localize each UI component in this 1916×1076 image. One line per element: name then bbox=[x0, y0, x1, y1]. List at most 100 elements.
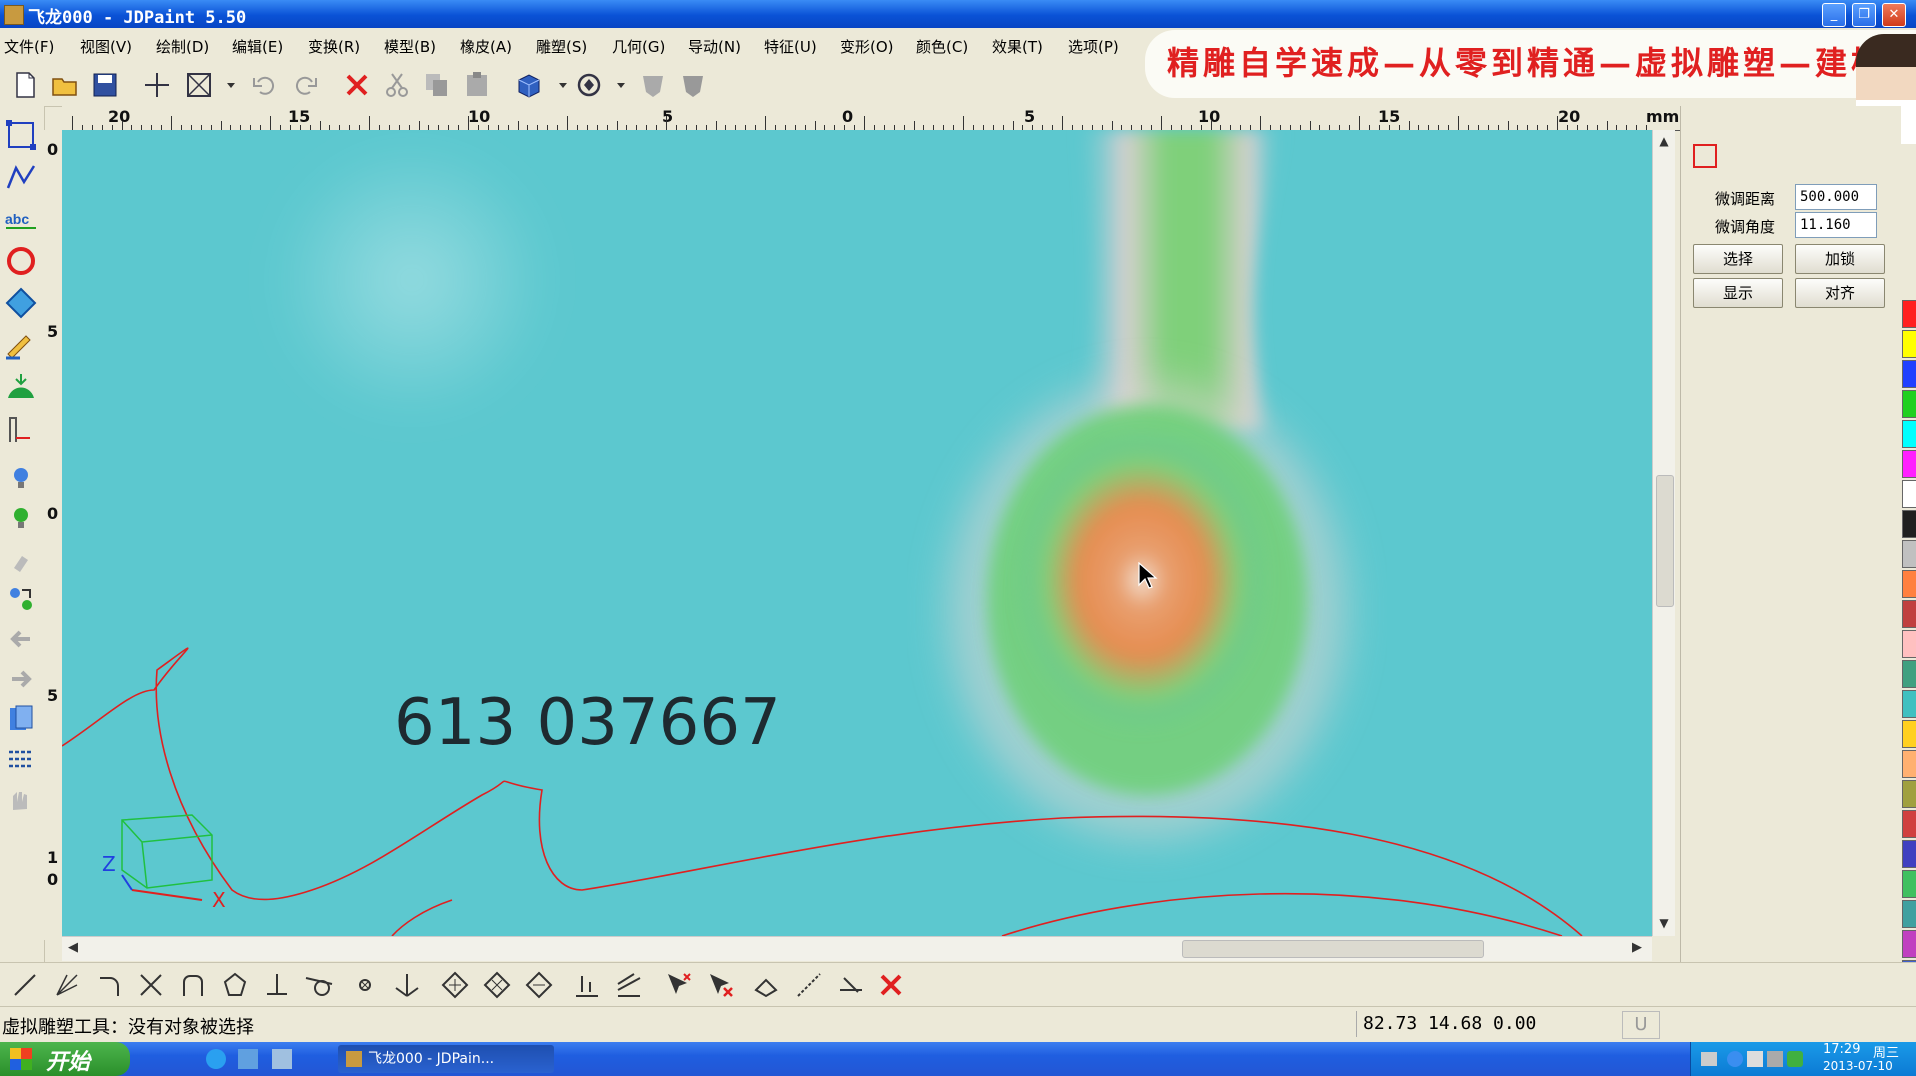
diamond-snap-2-icon[interactable] bbox=[482, 970, 512, 1000]
arrow-right-icon[interactable] bbox=[4, 662, 38, 696]
close-button[interactable]: ✕ bbox=[1882, 3, 1906, 27]
bulb-blue-icon[interactable] bbox=[4, 462, 38, 496]
diamond-tool-icon[interactable] bbox=[4, 286, 38, 320]
list-icon[interactable] bbox=[4, 742, 38, 776]
save-icon[interactable] bbox=[90, 70, 120, 100]
show-button[interactable]: 显示 bbox=[1693, 278, 1783, 308]
color-swatch[interactable] bbox=[1902, 750, 1916, 778]
text-tool-icon[interactable]: abc bbox=[4, 202, 38, 236]
fine-angle-input[interactable]: 11.160 bbox=[1795, 212, 1877, 238]
unpick-arrow-icon[interactable] bbox=[706, 970, 736, 1000]
new-file-icon[interactable] bbox=[10, 70, 40, 100]
cube-view-icon[interactable] bbox=[514, 70, 544, 100]
zoom-window-icon[interactable] bbox=[184, 70, 214, 100]
color-swatch[interactable] bbox=[1902, 390, 1916, 418]
menu-file[interactable]: 文件(F) bbox=[4, 36, 54, 57]
volume-icon[interactable] bbox=[1767, 1051, 1783, 1067]
diamond-snap-3-icon[interactable] bbox=[524, 970, 554, 1000]
menu-sculpt[interactable]: 雕塑(S) bbox=[536, 36, 587, 57]
snap-point-icon[interactable] bbox=[350, 970, 380, 1000]
color-swatch[interactable] bbox=[1902, 600, 1916, 628]
undo-icon[interactable] bbox=[250, 70, 280, 100]
color-swatch[interactable] bbox=[1902, 510, 1916, 538]
color-swatch[interactable] bbox=[1902, 480, 1916, 508]
menu-effect[interactable]: 效果(T) bbox=[992, 36, 1043, 57]
angle-icon[interactable] bbox=[392, 970, 422, 1000]
rotate-view-icon[interactable] bbox=[574, 70, 604, 100]
stack-icon[interactable] bbox=[614, 970, 644, 1000]
delete-icon[interactable] bbox=[342, 70, 372, 100]
align-button[interactable]: 对齐 bbox=[1795, 278, 1885, 308]
color-swatch[interactable] bbox=[1902, 870, 1916, 898]
security-shield-icon[interactable] bbox=[1787, 1051, 1803, 1067]
arrow-left-icon[interactable] bbox=[4, 622, 38, 656]
ie-quicklaunch-icon[interactable] bbox=[206, 1049, 226, 1069]
color-swatch[interactable] bbox=[1902, 660, 1916, 688]
color-swatch[interactable] bbox=[1902, 840, 1916, 868]
paste-icon[interactable] bbox=[462, 70, 492, 100]
measure-line-icon[interactable] bbox=[794, 970, 824, 1000]
color-swatch[interactable] bbox=[1902, 690, 1916, 718]
minimize-button[interactable]: _ bbox=[1822, 3, 1846, 27]
layers-icon[interactable] bbox=[4, 702, 38, 736]
chevron-down-icon[interactable] bbox=[606, 70, 625, 100]
menu-geometry[interactable]: 几何(G) bbox=[612, 36, 665, 57]
start-button[interactable]: 开始 bbox=[0, 1042, 130, 1076]
bulb-green-icon[interactable] bbox=[4, 502, 38, 536]
color-swatch[interactable] bbox=[1902, 810, 1916, 838]
menu-feature[interactable]: 特征(U) bbox=[764, 36, 817, 57]
fan-lines-icon[interactable] bbox=[52, 970, 82, 1000]
fillet-icon[interactable] bbox=[178, 970, 208, 1000]
sculpt-viewport[interactable]: 613 037667 Z X bbox=[62, 130, 1652, 936]
menu-edit[interactable]: 编辑(E) bbox=[232, 36, 283, 57]
scroll-down-icon[interactable]: ▼ bbox=[1655, 916, 1673, 932]
color-swatch[interactable] bbox=[1902, 330, 1916, 358]
vertical-scrollbar[interactable]: ▲ ▼ bbox=[1652, 130, 1675, 936]
measure-clear-icon[interactable] bbox=[836, 970, 866, 1000]
app-quicklaunch-icon[interactable] bbox=[272, 1049, 292, 1069]
lock-button[interactable]: 加锁 bbox=[1795, 244, 1885, 274]
circle-tool-icon[interactable] bbox=[4, 244, 38, 278]
chevron-down-icon[interactable] bbox=[548, 70, 567, 100]
desktop-quicklaunch-icon[interactable] bbox=[238, 1049, 258, 1069]
color-swatch[interactable] bbox=[1902, 300, 1916, 328]
vertical-scroll-thumb[interactable] bbox=[1656, 475, 1674, 607]
swap-tool-icon[interactable] bbox=[4, 582, 38, 616]
polyline-icon[interactable] bbox=[4, 160, 38, 194]
copy-icon[interactable] bbox=[422, 70, 452, 100]
scroll-left-icon[interactable]: ◀ bbox=[68, 940, 78, 955]
polygon-icon[interactable] bbox=[220, 970, 250, 1000]
tangent-icon[interactable] bbox=[304, 970, 334, 1000]
color-swatch[interactable] bbox=[1902, 720, 1916, 748]
pin-tool-icon[interactable] bbox=[4, 542, 38, 576]
fine-distance-input[interactable]: 500.000 bbox=[1795, 184, 1877, 210]
menu-draw[interactable]: 绘制(D) bbox=[156, 36, 209, 57]
restore-button[interactable]: ❐ bbox=[1852, 3, 1876, 27]
menu-deform[interactable]: 变形(O) bbox=[840, 36, 894, 57]
chevron-down-icon[interactable] bbox=[216, 70, 235, 100]
perpendicular-icon[interactable] bbox=[262, 970, 292, 1000]
intersect-icon[interactable] bbox=[136, 970, 166, 1000]
menu-transform[interactable]: 变换(R) bbox=[308, 36, 360, 57]
node-select-icon[interactable] bbox=[1693, 144, 1717, 168]
crosshair-icon[interactable] bbox=[142, 70, 172, 100]
clear-all-icon[interactable] bbox=[876, 970, 906, 1000]
color-swatch[interactable] bbox=[1902, 630, 1916, 658]
scroll-right-icon[interactable]: ▶ bbox=[1632, 940, 1642, 955]
color-swatch[interactable] bbox=[1902, 900, 1916, 928]
menu-model[interactable]: 模型(B) bbox=[384, 36, 436, 57]
menu-options[interactable]: 选项(P) bbox=[1068, 36, 1119, 57]
select-button[interactable]: 选择 bbox=[1693, 244, 1783, 274]
shield-left-icon[interactable] bbox=[638, 70, 668, 100]
tray-arrow-icon[interactable] bbox=[1727, 1051, 1743, 1067]
menu-view[interactable]: 视图(V) bbox=[80, 36, 132, 57]
align-bottom-icon[interactable] bbox=[572, 970, 602, 1000]
horizontal-scroll-thumb[interactable] bbox=[1182, 940, 1484, 958]
color-swatch[interactable] bbox=[1902, 780, 1916, 808]
menu-eraser[interactable]: 橡皮(A) bbox=[460, 36, 512, 57]
horizontal-scrollbar[interactable]: ◀ ▶ bbox=[62, 936, 1652, 961]
shield-right-icon[interactable] bbox=[678, 70, 708, 100]
measure-point-icon[interactable] bbox=[752, 970, 782, 1000]
keyboard-icon[interactable] bbox=[1701, 1052, 1717, 1066]
color-swatch[interactable] bbox=[1902, 360, 1916, 388]
